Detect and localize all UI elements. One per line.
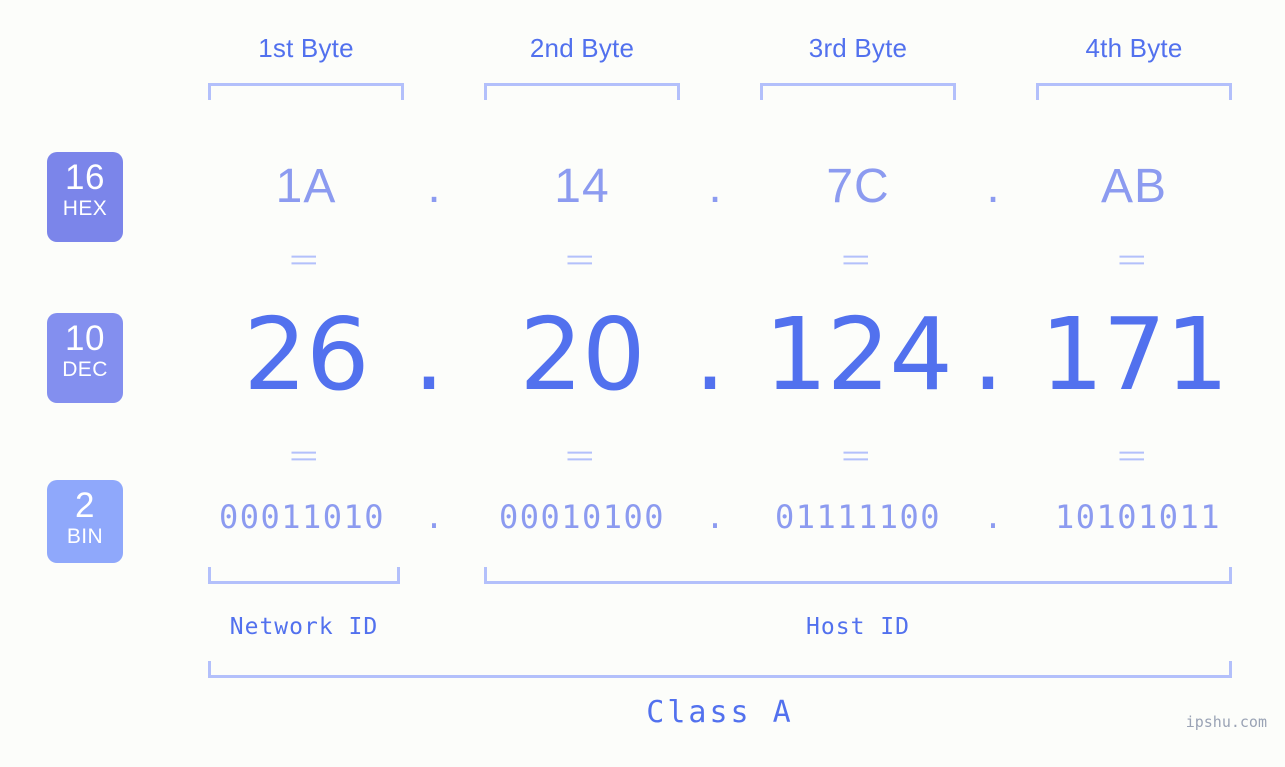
hex-separator-1: . xyxy=(427,160,441,213)
bin-separator-1: . xyxy=(424,498,444,536)
byte-bracket-3 xyxy=(760,83,956,100)
base-badge-dec-number: 10 xyxy=(65,319,105,358)
hex-byte-1: 1A xyxy=(275,160,337,213)
hex-byte-2: 14 xyxy=(554,160,610,213)
hex-byte-4: AB xyxy=(1100,160,1168,213)
base-badge-hex-name: HEX xyxy=(62,197,108,220)
watermark: ipshu.com xyxy=(1185,713,1267,731)
class-label: Class A xyxy=(646,695,794,730)
host-id-label: Host ID xyxy=(806,614,910,640)
dec-byte-1: 26 xyxy=(243,296,369,413)
equals-dec-bin-3: || xyxy=(843,449,873,463)
dec-byte-2: 20 xyxy=(519,296,645,413)
equals-hex-dec-1: || xyxy=(291,253,321,267)
dec-byte-4: 171 xyxy=(1040,296,1229,413)
byte-bracket-4 xyxy=(1036,83,1232,100)
bin-byte-4: 10101011 xyxy=(1054,498,1222,536)
base-badge-dec: 10 DEC xyxy=(47,313,123,403)
diagram-canvas: 1st Byte 2nd Byte 3rd Byte 4th Byte 16 H… xyxy=(0,0,1285,767)
bin-separator-2: . xyxy=(705,498,725,536)
base-badge-dec-name: DEC xyxy=(62,358,108,381)
class-bracket xyxy=(208,661,1232,678)
dec-separator-1: . xyxy=(413,296,445,413)
equals-dec-bin-4: || xyxy=(1119,449,1149,463)
byte-header-4: 4th Byte xyxy=(1085,33,1183,63)
equals-hex-dec-2: || xyxy=(567,253,597,267)
byte-bracket-1 xyxy=(208,83,404,100)
network-id-label: Network ID xyxy=(229,614,379,640)
byte-header-1: 1st Byte xyxy=(258,33,354,63)
hex-separator-2: . xyxy=(708,160,722,213)
bin-separator-3: . xyxy=(983,498,1003,536)
equals-hex-dec-3: || xyxy=(843,253,873,267)
equals-dec-bin-2: || xyxy=(567,449,597,463)
base-badge-hex: 16 HEX xyxy=(47,152,123,242)
network-id-bracket xyxy=(208,567,400,584)
byte-header-3: 3rd Byte xyxy=(808,33,908,63)
bin-byte-3: 01111100 xyxy=(774,498,942,536)
base-badge-bin-number: 2 xyxy=(75,486,95,525)
dec-byte-3: 124 xyxy=(764,296,953,413)
equals-hex-dec-4: || xyxy=(1119,253,1149,267)
base-badge-bin-name: BIN xyxy=(66,525,104,548)
hex-byte-3: 7C xyxy=(826,160,890,213)
host-id-bracket xyxy=(484,567,1232,584)
hex-separator-3: . xyxy=(986,160,1000,213)
bin-byte-2: 00010100 xyxy=(498,498,666,536)
dec-separator-3: . xyxy=(972,296,1004,413)
byte-header-2: 2nd Byte xyxy=(529,33,635,63)
bin-byte-1: 00011010 xyxy=(218,498,386,536)
base-badge-hex-number: 16 xyxy=(65,158,105,197)
dec-separator-2: . xyxy=(694,296,726,413)
byte-bracket-2 xyxy=(484,83,680,100)
equals-dec-bin-1: || xyxy=(291,449,321,463)
base-badge-bin: 2 BIN xyxy=(47,480,123,563)
